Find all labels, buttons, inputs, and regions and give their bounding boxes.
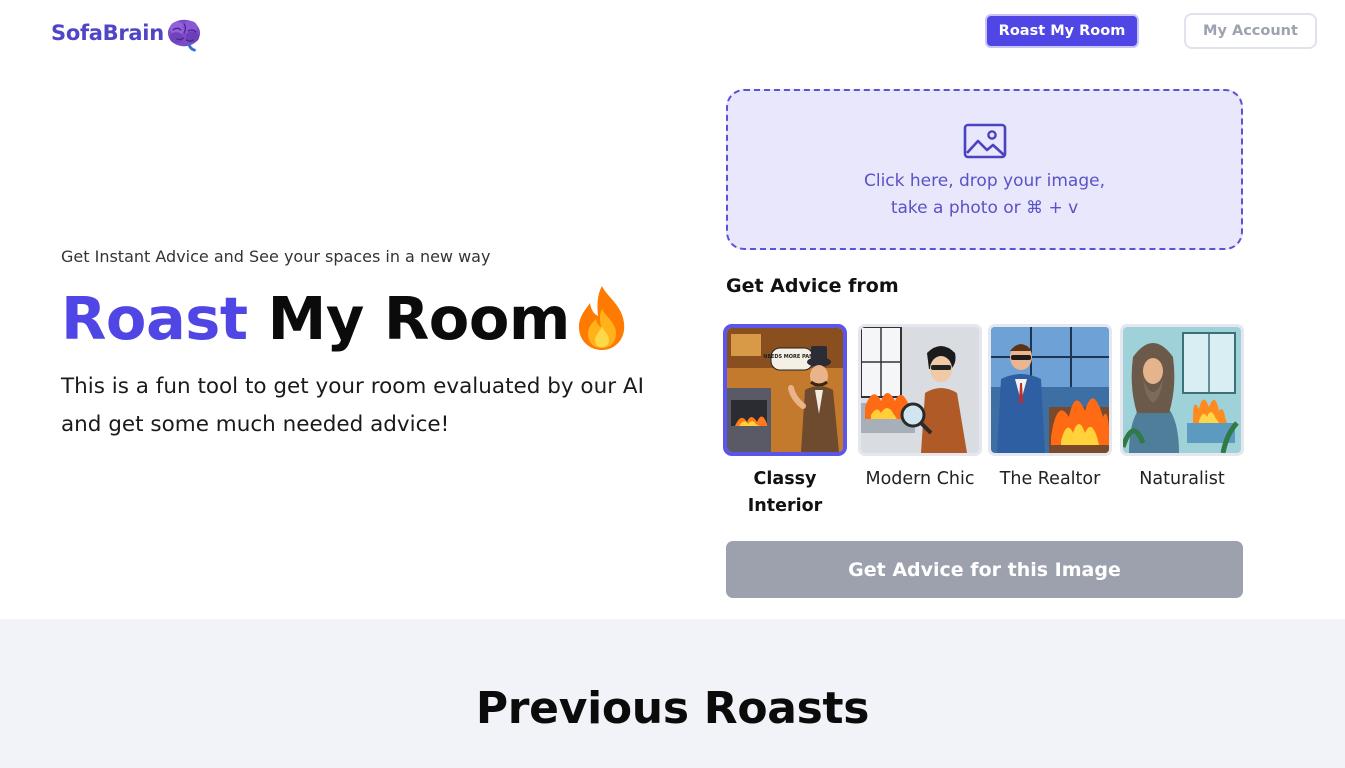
advisor-image xyxy=(858,324,982,456)
my-account-button[interactable]: My Account xyxy=(1184,13,1317,49)
tagline: Get Instant Advice and See your spaces i… xyxy=(61,247,491,266)
logo-text: SofaBrain xyxy=(51,21,164,45)
advisor-modern-chic[interactable]: Modern Chic xyxy=(858,324,982,493)
advisor-heading: Get Advice from xyxy=(726,275,899,297)
advisor-naturalist[interactable]: Naturalist xyxy=(1120,324,1244,493)
upload-instructions-line2: take a photo or ⌘ + v xyxy=(890,198,1079,218)
hero-description: This is a fun tool to get your room eval… xyxy=(61,374,644,437)
advisor-label: The Realtor xyxy=(999,469,1101,489)
title-rest: My Room xyxy=(267,284,571,353)
get-advice-button[interactable]: Get Advice for this Image xyxy=(726,541,1243,598)
advisor-label: Naturalist xyxy=(1139,469,1225,489)
previous-roasts-section: Previous Roasts xyxy=(0,619,1345,768)
flame-icon xyxy=(578,286,625,350)
advisor-the-realtor[interactable]: The Realtor xyxy=(988,324,1112,493)
title-accent: Roast xyxy=(61,284,248,353)
page-title: Roast My Room xyxy=(61,280,570,358)
previous-roasts-title: Previous Roasts xyxy=(475,683,870,734)
advisor-label: Modern Chic xyxy=(865,469,975,489)
header: SofaBrain Roast My Room My Account xyxy=(0,0,1345,64)
roast-my-room-button[interactable]: Roast My Room xyxy=(985,14,1139,48)
logo[interactable]: SofaBrain xyxy=(51,14,203,52)
advisor-image xyxy=(988,324,1112,456)
upload-instructions-line1: Click here, drop your image, xyxy=(863,171,1105,191)
image-dropzone[interactable]: Click here, drop your image, take a phot… xyxy=(726,89,1243,250)
advisor-image: NEEDS MORE PANS.. xyxy=(723,324,847,456)
brain-icon xyxy=(167,19,200,52)
advisor-image xyxy=(1120,324,1244,456)
image-icon xyxy=(963,123,1006,159)
advisor-label: Classy Interior xyxy=(747,469,823,516)
advisor-classy-interior[interactable]: NEEDS MORE PANS.. Classy Interior xyxy=(723,324,847,520)
